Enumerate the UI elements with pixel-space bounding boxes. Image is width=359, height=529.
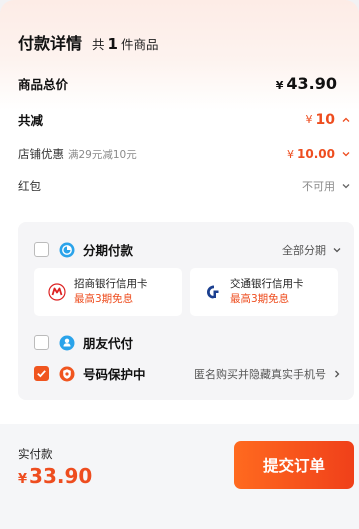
number-protect-detail[interactable]: 匿名购买并隐藏真实手机号 <box>194 366 342 382</box>
shop-discount-promo: 满29元减10元 <box>68 148 137 161</box>
payment-details-header: 付款详情 共 1 件商品 <box>18 30 158 54</box>
subtotal-amount: 43.90 <box>286 74 337 93</box>
submit-order-button[interactable]: 提交订单 <box>234 441 354 489</box>
red-packet-value: 不可用 <box>302 178 351 194</box>
bocom-bank-icon <box>207 285 219 299</box>
installment-label: 分期付款 <box>83 243 134 258</box>
number-protect-checkbox[interactable] <box>34 366 49 381</box>
bank-text-bocom: 交通银行信用卡 最高3期免息 <box>230 277 304 307</box>
friend-pay-label: 朋友代付 <box>83 336 134 351</box>
subtotal-label: 商品总价 <box>18 77 69 92</box>
chevron-down-icon[interactable] <box>341 149 351 159</box>
item-count: 1 <box>107 35 118 53</box>
installment-option[interactable]: 分期付款 全部分期 <box>34 240 342 259</box>
chevron-right-icon <box>335 370 340 377</box>
number-protect-detail-text: 匿名购买并隐藏真实手机号 <box>194 367 326 381</box>
friend-pay-icon <box>59 335 75 350</box>
payment-options-panel: 分期付款 全部分期 招商银行信用卡 最高3期免息 交通银行信用卡 最高3期免息 … <box>18 222 354 400</box>
friend-pay-option[interactable]: 朋友代付 <box>34 333 342 352</box>
actual-payment-value: 33.90 <box>29 464 93 488</box>
red-packet-status: 不可用 <box>302 180 335 193</box>
discount-total-label: 共减 <box>18 113 44 128</box>
actual-payment-amount: ¥ 33.90 <box>18 464 92 488</box>
installment-icon <box>59 242 75 257</box>
subtotal-row: 商品总价 ¥ 43.90 <box>18 74 351 93</box>
number-protect-label: 号码保护中 <box>83 367 146 382</box>
actual-payment-label: 实付款 <box>18 447 53 461</box>
discount-amount: 10 <box>315 111 335 128</box>
item-count-prefix: 共 <box>92 37 105 52</box>
bank-card-cmb[interactable]: 招商银行信用卡 最高3期免息 <box>34 268 182 316</box>
bank-name: 交通银行信用卡 <box>230 278 304 290</box>
bank-text-cmb: 招商银行信用卡 最高3期免息 <box>74 277 148 307</box>
cmb-bank-icon <box>48 283 66 301</box>
chevron-down-icon[interactable] <box>341 181 351 191</box>
installment-selector[interactable]: 全部分期 <box>282 242 342 258</box>
item-count-suffix: 件商品 <box>120 37 159 52</box>
chevron-down-icon <box>333 247 341 252</box>
actual-payment-currency: ¥ <box>18 472 28 487</box>
bank-promo: 最高3期免息 <box>230 293 290 305</box>
friend-pay-checkbox[interactable] <box>34 335 49 350</box>
installment-checkbox[interactable] <box>34 242 49 257</box>
discount-currency: ¥ <box>305 113 313 126</box>
check-icon <box>37 370 46 378</box>
bank-name: 招商银行信用卡 <box>74 278 148 290</box>
shield-phone-icon <box>59 366 75 381</box>
red-packet-row[interactable]: 红包 不可用 <box>18 178 351 194</box>
red-packet-label: 红包 <box>18 179 41 193</box>
bank-card-bocom[interactable]: 交通银行信用卡 最高3期免息 <box>190 268 338 316</box>
chevron-up-icon[interactable] <box>341 115 351 125</box>
page-title: 付款详情 <box>18 34 83 53</box>
shop-discount-left: 店铺优惠 满29元减10元 <box>18 146 137 162</box>
installment-selector-text: 全部分期 <box>282 243 326 257</box>
shop-discount-label: 店铺优惠 <box>18 147 64 161</box>
shop-discount-row[interactable]: 店铺优惠 满29元减10元 ¥ 10.00 <box>18 146 351 162</box>
shop-discount-value: ¥ 10.00 <box>287 147 351 161</box>
shop-discount-amount: 10.00 <box>297 147 335 161</box>
checkout-footer: 实付款 ¥ 33.90 提交订单 <box>0 424 359 529</box>
number-protect-option[interactable]: 号码保护中 匿名购买并隐藏真实手机号 <box>34 364 342 383</box>
subtotal-value: ¥ 43.90 <box>276 74 351 93</box>
subtotal-currency: ¥ <box>275 79 284 92</box>
shop-discount-currency: ¥ <box>287 147 295 161</box>
discount-total-value: ¥ 10 <box>306 112 351 128</box>
bank-promo: 最高3期免息 <box>74 293 134 305</box>
discount-total-row[interactable]: 共减 ¥ 10 <box>18 110 351 129</box>
